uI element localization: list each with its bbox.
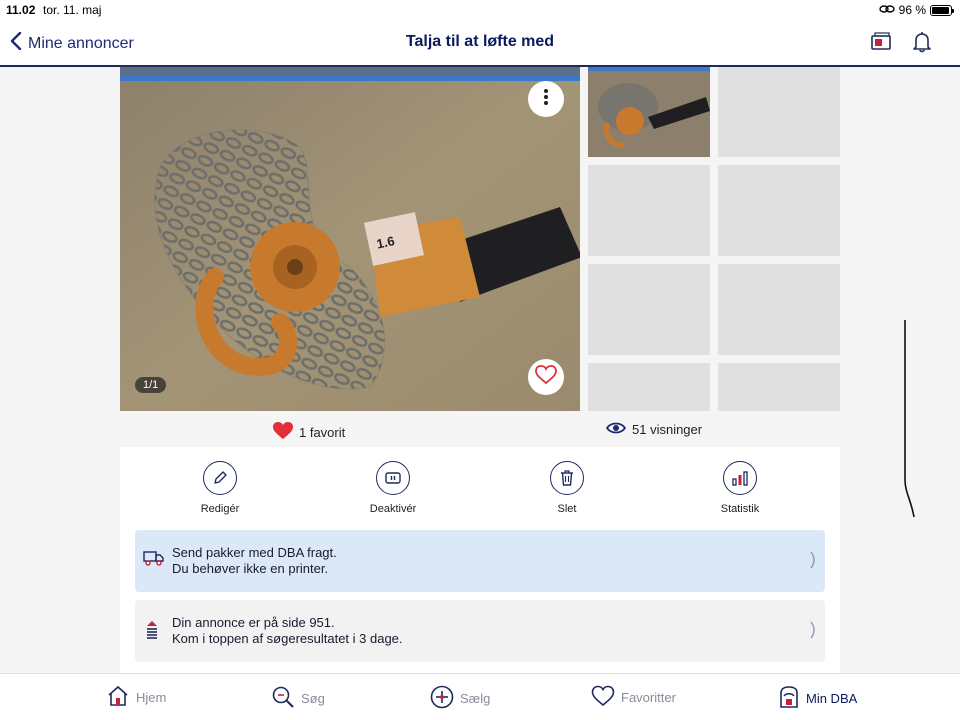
boost-banner[interactable]: Din annonce er på side 951. Kom i toppen… bbox=[135, 600, 825, 662]
deactivate-button[interactable]: Deaktivér bbox=[353, 461, 433, 515]
chevron-left-icon bbox=[10, 31, 22, 55]
nav-actions bbox=[870, 31, 932, 58]
thumbnail-placeholder bbox=[588, 363, 710, 411]
delete-label: Slet bbox=[557, 503, 577, 515]
shipping-banner[interactable]: Send pakker med DBA fragt. Du behøver ik… bbox=[135, 530, 825, 592]
status-right: 96 % bbox=[878, 3, 954, 17]
plus-circle-icon bbox=[430, 685, 454, 712]
tab-home[interactable]: Hjem bbox=[106, 685, 166, 710]
main-photo[interactable]: 1.6 bbox=[120, 67, 580, 411]
tab-home-label: Hjem bbox=[136, 690, 167, 705]
shipping-banner-line2: Du behøver ikke en printer. bbox=[172, 561, 329, 576]
thumbnail-placeholder bbox=[588, 165, 710, 256]
edit-label: Redigér bbox=[200, 503, 240, 515]
delete-button[interactable]: Slet bbox=[527, 461, 607, 515]
boost-banner-line1: Din annonce er på side 951. bbox=[172, 615, 335, 630]
tab-favorites[interactable]: Favoritter bbox=[591, 685, 676, 710]
favorites-count: 1 favorit bbox=[299, 424, 346, 440]
tab-favorites-label: Favoritter bbox=[621, 690, 676, 705]
heart-icon bbox=[591, 685, 615, 710]
more-options-button[interactable] bbox=[528, 81, 564, 117]
views-count: 51 visninger bbox=[632, 422, 703, 437]
home-icon bbox=[106, 685, 130, 710]
shipping-banner-text: Send pakker med DBA fragt. Du behøver ik… bbox=[172, 545, 337, 577]
listing-stats: 1 favorit 51 visninger bbox=[120, 411, 840, 447]
thumbnail-placeholder bbox=[718, 165, 840, 256]
profile-icon bbox=[778, 685, 800, 712]
favorite-toggle-button[interactable] bbox=[528, 359, 564, 395]
status-time: 11.02 bbox=[6, 3, 36, 17]
status-bar: 11.02 tor. 11. maj 96 % bbox=[0, 0, 960, 20]
back-label: Mine annoncer bbox=[28, 34, 134, 52]
statistics-label: Statistik bbox=[720, 503, 760, 515]
chevron-right-icon bbox=[809, 621, 817, 644]
link-icon bbox=[878, 3, 895, 17]
nav-bar: Mine annoncer Talja til at løfte med bbox=[0, 20, 960, 67]
back-button[interactable]: Mine annoncer bbox=[10, 31, 134, 55]
boost-icon bbox=[143, 620, 161, 643]
trash-icon bbox=[550, 461, 584, 495]
tab-sell[interactable]: Sælg bbox=[430, 685, 490, 712]
search-icon bbox=[271, 685, 295, 712]
edit-button[interactable]: Redigér bbox=[180, 461, 260, 515]
chevron-right-icon bbox=[809, 551, 817, 574]
tab-sell-label: Sælg bbox=[460, 691, 491, 706]
tab-min-dba[interactable]: Min DBA bbox=[778, 685, 857, 712]
battery-icon bbox=[930, 4, 954, 16]
thumbnail-placeholder bbox=[718, 264, 840, 355]
scroll-indicator[interactable] bbox=[903, 320, 917, 520]
heart-outline-icon bbox=[535, 364, 557, 390]
heart-filled-icon bbox=[272, 421, 294, 443]
tab-search[interactable]: Søg bbox=[271, 685, 325, 712]
deactivate-label: Deaktivér bbox=[369, 503, 417, 515]
pencil-icon bbox=[203, 461, 237, 495]
status-date: tor. 11. maj bbox=[43, 3, 102, 17]
boost-banner-line2: Kom i toppen af søgeresultatet i 3 dage. bbox=[172, 631, 403, 646]
favorites-stat: 1 favorit bbox=[272, 421, 345, 443]
tab-search-label: Søg bbox=[301, 691, 325, 706]
more-vertical-icon bbox=[543, 88, 549, 111]
tab-bar: Hjem Søg Sælg Favoritter Min DBA bbox=[0, 673, 960, 720]
bell-icon[interactable] bbox=[912, 31, 932, 58]
page-title: Talja til at løfte med bbox=[405, 33, 555, 50]
thumbnail[interactable] bbox=[588, 67, 710, 157]
thumbnail-placeholder bbox=[718, 67, 840, 157]
pause-icon bbox=[376, 461, 410, 495]
bar-chart-icon bbox=[723, 461, 757, 495]
photo-counter: 1/1 bbox=[135, 377, 167, 393]
shipping-banner-line1: Send pakker med DBA fragt. bbox=[172, 545, 337, 560]
views-stat: 51 visninger bbox=[605, 421, 703, 438]
tab-min-dba-label: Min DBA bbox=[806, 691, 858, 706]
battery-percent: 96 % bbox=[898, 3, 926, 17]
eye-icon bbox=[605, 421, 627, 438]
content: 1.6 1/1 1 favorit 51 visninger Redigér D… bbox=[0, 67, 960, 673]
listing-preview-icon[interactable] bbox=[870, 31, 892, 58]
boost-banner-text: Din annonce er på side 951. Kom i toppen… bbox=[172, 615, 403, 647]
delivery-truck-icon bbox=[143, 550, 165, 569]
thumbnail-placeholder bbox=[588, 264, 710, 355]
statistics-button[interactable]: Statistik bbox=[700, 461, 780, 515]
thumbnail-placeholder bbox=[718, 363, 840, 411]
listing-actions-card: Redigér Deaktivér Slet Statistik Send pa… bbox=[120, 447, 840, 673]
